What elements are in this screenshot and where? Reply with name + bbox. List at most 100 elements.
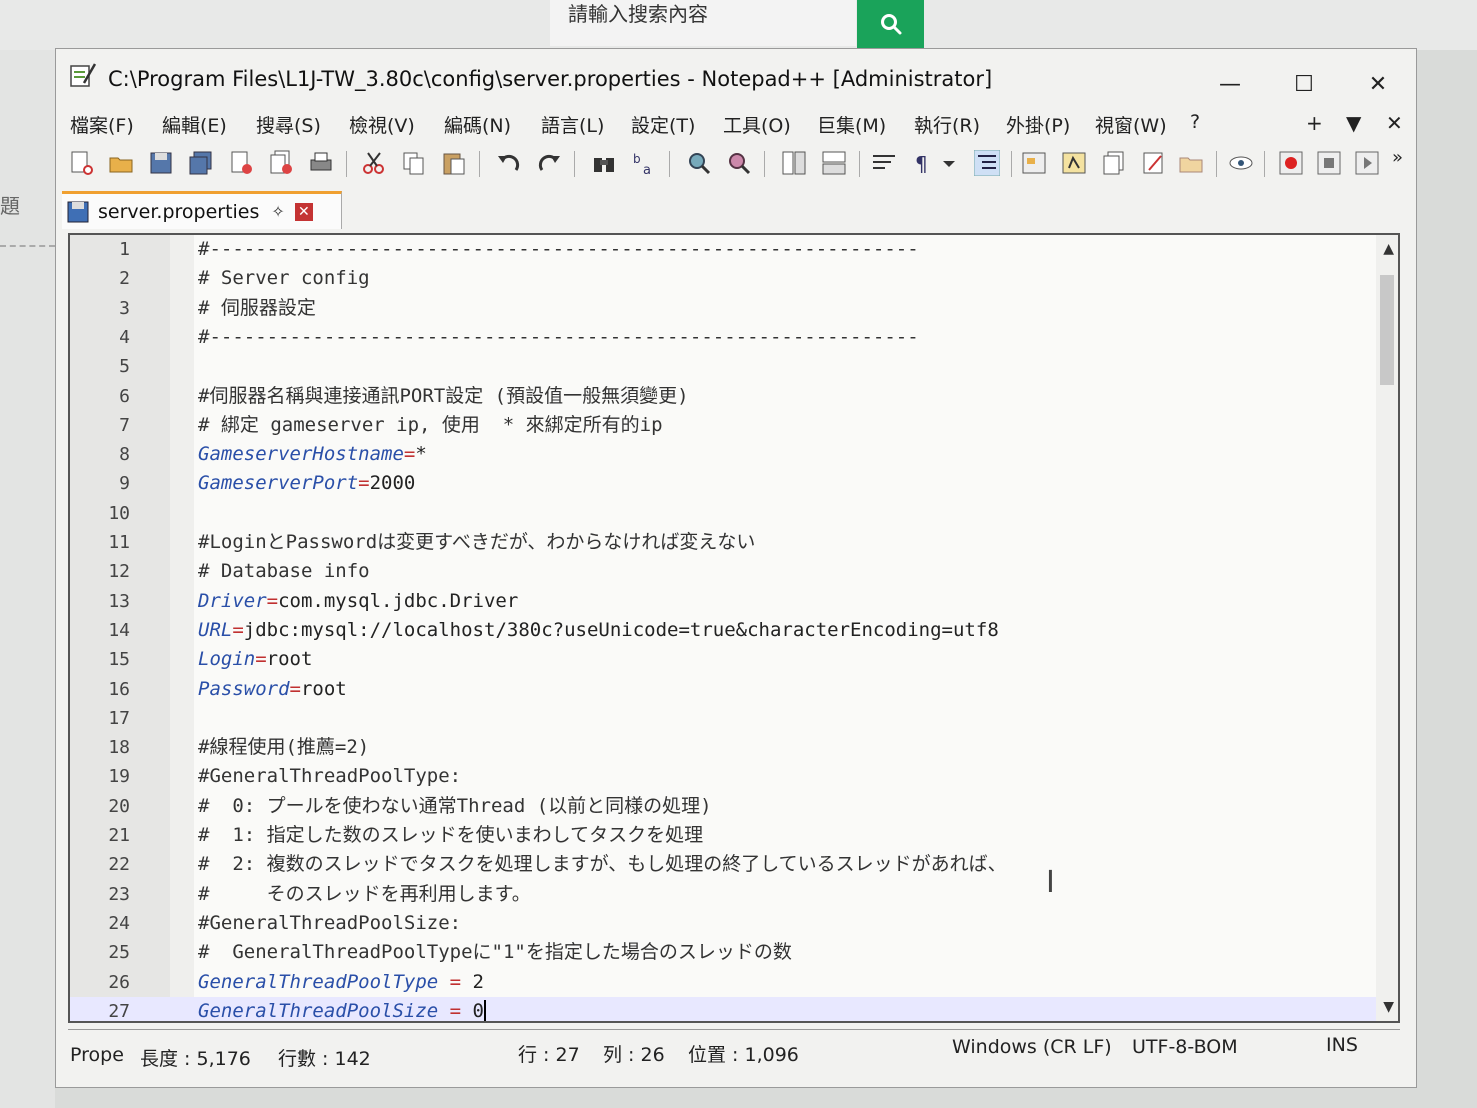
toolbar-overflow-button[interactable]: » <box>1392 147 1403 168</box>
tab-list-dropdown-button[interactable]: ▼ <box>1346 111 1361 135</box>
menu-edit[interactable]: 編輯(E) <box>162 111 227 138</box>
code-line[interactable]: 22 # 2: 複数のスレッドでタスクを処理しますが、もし処理の終了しているスレッ… <box>70 850 1380 879</box>
zoom-out-icon[interactable] <box>726 150 752 176</box>
close-window-button[interactable]: ✕ <box>1358 69 1398 99</box>
window-title: C:\Program Files\L1J-TW_3.80c\config\ser… <box>108 67 993 91</box>
menu-view[interactable]: 檢視(V) <box>349 111 415 138</box>
code-editor[interactable]: 1 #--------------------------------------… <box>68 233 1400 1023</box>
close-icon[interactable] <box>228 150 254 176</box>
code-line[interactable]: 24 #GeneralThreadPoolSize: <box>70 909 1380 938</box>
sync-vertical-icon[interactable] <box>781 150 807 176</box>
menu-file[interactable]: 檔案(F) <box>70 111 134 138</box>
menu-settings[interactable]: 設定(T) <box>631 111 695 138</box>
indent-guide-icon[interactable] <box>974 150 1000 176</box>
code-line[interactable]: 12 # Database info <box>70 557 1380 586</box>
folder-icon[interactable] <box>1178 150 1204 176</box>
pin-icon[interactable]: ✧ <box>271 202 284 221</box>
token-comment: #LoginとPasswordは変更すべきだが、わからなければ変えない <box>198 531 756 553</box>
menu-window[interactable]: 視窗(W) <box>1095 111 1167 138</box>
code-line[interactable]: 18 #線程使用(推薦=2) <box>70 733 1380 762</box>
stop-macro-icon[interactable] <box>1316 150 1342 176</box>
chevron-down-icon[interactable] <box>941 150 957 176</box>
close-document-button[interactable]: ✕ <box>1386 111 1403 135</box>
code-line[interactable]: 20 # 0: プールを使わない通常Thread (以前と同様の処理) <box>70 792 1380 821</box>
close-all-icon[interactable] <box>268 150 294 176</box>
menu-encoding[interactable]: 編碼(N) <box>444 111 511 138</box>
code-line[interactable]: 23 # そのスレッドを再利用します。 <box>70 880 1380 909</box>
token-val: * <box>415 443 427 466</box>
open-file-icon[interactable] <box>108 150 134 176</box>
code-line[interactable]: 15 Login=root <box>70 645 1380 674</box>
vertical-scrollbar[interactable]: ▲ ▼ <box>1376 235 1398 1021</box>
new-tab-plus-button[interactable]: + <box>1306 111 1323 135</box>
code-line[interactable]: 27 GeneralThreadPoolSize = 0 <box>70 996 1380 1021</box>
play-macro-icon[interactable] <box>1354 150 1380 176</box>
eye-icon[interactable] <box>1228 150 1254 176</box>
find-icon[interactable] <box>591 150 617 176</box>
scroll-up-arrow[interactable]: ▲ <box>1383 241 1394 257</box>
undo-icon[interactable] <box>496 150 522 176</box>
sync-horizontal-icon[interactable] <box>821 150 847 176</box>
code-line[interactable]: 21 # 1: 指定した数のスレッドを使いまわしてタスクを処理 <box>70 821 1380 850</box>
code-line[interactable]: 3 # 伺服器設定 <box>70 294 1380 323</box>
maximize-button[interactable]: ☐ <box>1284 69 1324 99</box>
menu-run[interactable]: 執行(R) <box>914 111 980 138</box>
minimize-button[interactable]: — <box>1210 69 1250 99</box>
doc-map-icon[interactable] <box>1021 150 1047 176</box>
menu-help[interactable]: ? <box>1190 111 1200 133</box>
code-line[interactable]: 17 <box>70 704 1380 733</box>
tab-close-button[interactable]: ✕ <box>294 202 313 221</box>
menu-plugins[interactable]: 外掛(P) <box>1006 111 1070 138</box>
code-line[interactable]: 5 <box>70 352 1380 381</box>
code-line[interactable]: 19 #GeneralThreadPoolType: <box>70 762 1380 791</box>
line-number: 4 <box>119 326 130 348</box>
code-line[interactable]: 2 # Server config <box>70 264 1380 293</box>
toolbar-divider <box>1216 151 1217 177</box>
token-comment: #---------------------------------------… <box>198 325 919 348</box>
redo-icon[interactable] <box>536 150 562 176</box>
code-line[interactable]: 26 GeneralThreadPoolType = 2 <box>70 968 1380 997</box>
code-line[interactable]: 16 Password=root <box>70 675 1380 704</box>
code-line[interactable]: 11 #LoginとPasswordは変更すべきだが、わからなければ変えない <box>70 528 1380 557</box>
copy-icon[interactable] <box>401 150 427 176</box>
code-line[interactable]: 10 <box>70 499 1380 528</box>
menu-language[interactable]: 語言(L) <box>541 111 604 138</box>
line-number: 13 <box>108 590 130 612</box>
paste-icon[interactable] <box>441 150 467 176</box>
search-button[interactable] <box>857 0 924 48</box>
line-text: URL=jdbc:mysql://localhost/380c?useUnico… <box>198 616 999 645</box>
record-macro-icon[interactable] <box>1278 150 1304 176</box>
line-number: 18 <box>108 737 130 759</box>
search-input[interactable]: 請輸入搜索內容 <box>550 0 856 46</box>
code-line[interactable]: 7 # 綁定 gameserver ip, 使用 * 來綁定所有的ip <box>70 411 1380 440</box>
menu-macro[interactable]: 巨集(M) <box>817 111 886 138</box>
folder-as-workspace-icon[interactable] <box>1101 150 1127 176</box>
code-line[interactable]: 1 #--------------------------------------… <box>70 235 1380 264</box>
monitoring-icon[interactable] <box>1141 150 1167 176</box>
scroll-down-arrow[interactable]: ▼ <box>1383 999 1394 1015</box>
show-all-chars-icon[interactable]: ¶ <box>911 150 937 176</box>
function-list-icon[interactable] <box>1061 150 1087 176</box>
code-line[interactable]: 4 #--------------------------------------… <box>70 323 1380 352</box>
code-line[interactable]: 9 GameserverPort=2000 <box>70 469 1380 498</box>
code-line[interactable]: 25 # GeneralThreadPoolTypeに"1"を指定した場合のスレッ… <box>70 938 1380 967</box>
scrollbar-thumb[interactable] <box>1380 275 1394 385</box>
menu-tools[interactable]: 工具(O) <box>723 111 791 138</box>
zoom-in-icon[interactable] <box>686 150 712 176</box>
token-comment: #GeneralThreadPoolType: <box>198 765 462 788</box>
code-line[interactable]: 13 Driver=com.mysql.jdbc.Driver <box>70 587 1380 616</box>
replace-icon[interactable]: ba <box>631 150 657 176</box>
code-line[interactable]: 14 URL=jdbc:mysql://localhost/380c?useUni… <box>70 616 1380 645</box>
word-wrap-icon[interactable] <box>871 150 897 176</box>
new-file-icon[interactable] <box>68 150 94 176</box>
print-icon[interactable] <box>308 150 334 176</box>
save-all-icon[interactable] <box>188 150 214 176</box>
text-caret <box>484 1000 486 1021</box>
menu-search[interactable]: 搜尋(S) <box>256 111 321 138</box>
code-line[interactable]: 6 #伺服器名稱與連接通訊PORT設定 (預設值一般無須變更) <box>70 382 1380 411</box>
cut-icon[interactable] <box>361 150 387 176</box>
code-line[interactable]: 8 GameserverHostname=* <box>70 440 1380 469</box>
token-eq: = <box>232 618 244 641</box>
save-icon[interactable] <box>148 150 174 176</box>
tab-server-properties[interactable]: server.properties ✧ ✕ <box>62 191 342 229</box>
